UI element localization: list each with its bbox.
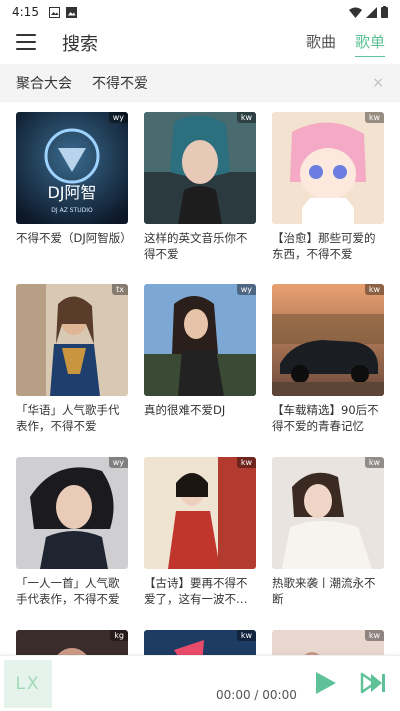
menu-icon[interactable]: [16, 34, 36, 52]
wifi-icon: [349, 7, 362, 18]
playlist-card[interactable]: kw 这样的英文音乐你不得不爱: [144, 112, 256, 262]
playlist-card[interactable]: kw 【治愈】那些可爱的东西，不得不爱: [272, 112, 384, 262]
playlist-title: 真的很难不爱DJ: [144, 403, 226, 417]
source-badge: kw: [236, 457, 256, 468]
playlist-cover: kw: [144, 112, 256, 224]
playlist-title: 【车载精选】90后不得不爱的青春记忆: [272, 403, 379, 433]
playlist-title: 【治愈】那些可爱的东西，不得不爱: [272, 231, 376, 261]
playlist-card[interactable]: wy 真的很难不爱DJ: [144, 284, 256, 434]
playlist-title: 「一人一首」人气歌手代表作，不得不爱: [16, 576, 120, 606]
source-badge: kw: [364, 112, 384, 123]
playlist-card[interactable]: kw 热歌来袭丨潮流永不断: [272, 457, 384, 607]
source-badge: kw: [364, 630, 384, 641]
next-icon[interactable]: [360, 672, 386, 694]
battery-icon: [381, 6, 388, 18]
signal-icon: [366, 6, 377, 18]
close-icon[interactable]: ×: [372, 75, 384, 91]
source-badge: kw: [236, 112, 256, 123]
source-badge: kw: [364, 284, 384, 295]
cover-text: DJ阿智: [47, 183, 96, 202]
status-time: 4:15: [12, 5, 39, 19]
playlist-title: 这样的英文音乐你不得不爱: [144, 231, 248, 261]
source-badge: wy: [108, 457, 128, 468]
app-logo[interactable]: LX: [4, 660, 52, 708]
mini-player: LX 00:00 / 00:00: [0, 655, 400, 711]
playlist-title: 不得不爱（DJ阿智版）: [16, 231, 128, 245]
source-badge: wy: [236, 284, 256, 295]
playlist-cover: kw: [272, 112, 384, 224]
source-badge: kw: [364, 457, 384, 468]
playlist-card[interactable]: tx 「华语」人气歌手代表作，不得不爱: [16, 284, 128, 434]
playlist-cover: tx: [16, 284, 128, 396]
search-keyword-chip[interactable]: 不得不爱: [92, 73, 148, 93]
playlist-cover: kw: [272, 284, 384, 396]
playlist-cover: DJ阿智 DJ AZ STUDIO wy: [16, 112, 128, 224]
playback-time: 00:00 / 00:00: [216, 688, 297, 702]
playlist-cover: kw: [272, 457, 384, 569]
app-header: 搜索 歌曲 歌单: [0, 24, 400, 64]
source-badge: wy: [108, 112, 128, 123]
tab-playlists[interactable]: 歌单: [355, 31, 386, 57]
search-context-bar: 聚合大会 不得不爱 ×: [0, 64, 400, 102]
playlist-card[interactable]: kw 【车载精选】90后不得不爱的青春记忆: [272, 284, 384, 434]
status-icons: [349, 6, 388, 18]
playlist-cover: wy: [144, 284, 256, 396]
playlist-card[interactable]: kw 【古诗】要再不得不爱了，这有一波不…: [144, 457, 256, 607]
playlist-cover: wy: [16, 457, 128, 569]
cover-subtext: DJ AZ STUDIO: [51, 207, 93, 214]
playlist-title: 【古诗】要再不得不爱了，这有一波不…: [144, 576, 248, 606]
search-source-chip[interactable]: 聚合大会: [16, 73, 72, 93]
status-bar: 4:15: [0, 0, 400, 24]
play-icon[interactable]: [312, 670, 338, 696]
photo-icon: [65, 6, 77, 18]
page-title: 搜索: [62, 34, 98, 55]
playlist-title: 热歌来袭丨潮流永不断: [272, 576, 376, 606]
source-badge: tx: [112, 284, 128, 295]
playlist-card[interactable]: DJ阿智 DJ AZ STUDIO wy 不得不爱（DJ阿智版）: [16, 112, 128, 262]
source-badge: kw: [236, 630, 256, 641]
playlist-title: 「华语」人气歌手代表作，不得不爱: [16, 403, 120, 433]
tab-songs[interactable]: 歌曲: [306, 31, 336, 56]
playlist-cover: kw: [144, 457, 256, 569]
gallery-icon: [48, 6, 60, 18]
playlist-card[interactable]: wy 「一人一首」人气歌手代表作，不得不爱: [16, 457, 128, 607]
source-badge: kg: [110, 630, 128, 641]
